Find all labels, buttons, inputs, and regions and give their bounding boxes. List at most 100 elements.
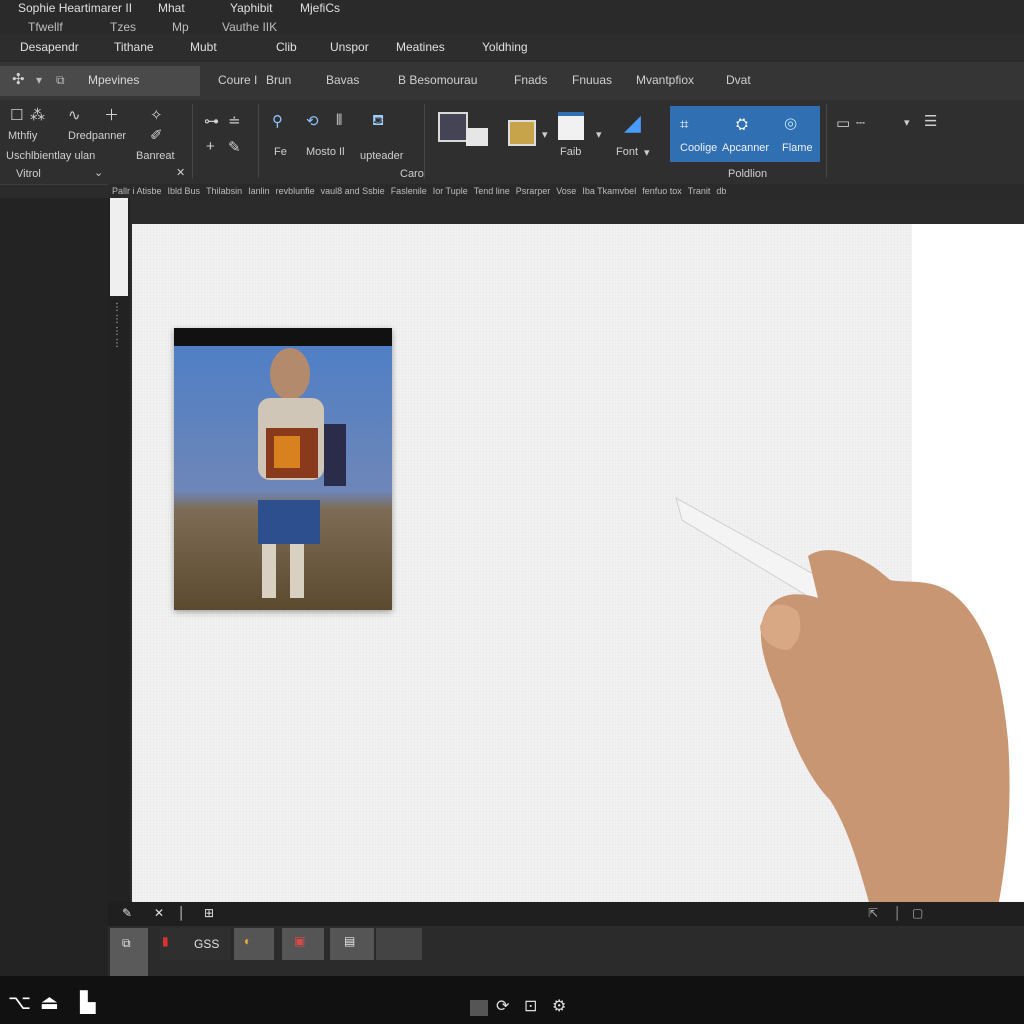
- menu-item-7[interactable]: Yoldhing: [482, 40, 528, 54]
- grip-icon[interactable]: ⋮ ⋮ ⋮ ⋮: [112, 302, 122, 350]
- ruler-label: Ibld Bus: [167, 186, 201, 196]
- photo-image: [174, 328, 392, 610]
- app-icon: ▤: [344, 934, 356, 948]
- tab-5[interactable]: Fnads: [514, 73, 547, 87]
- ribbon-divider: [258, 104, 259, 178]
- brush-icon[interactable]: ✐: [150, 126, 163, 144]
- close-icon[interactable]: ✕: [176, 166, 185, 179]
- menu-item-5[interactable]: Unspor: [330, 40, 369, 54]
- ruler-label: Tend line: [473, 186, 510, 196]
- tab-2[interactable]: Brun: [266, 73, 291, 87]
- ribbon-label-fe: Fe: [274, 146, 287, 158]
- tab-8[interactable]: Dvat: [726, 73, 751, 87]
- refresh-icon[interactable]: ⟲: [306, 112, 319, 130]
- app-icon: ▣: [294, 934, 306, 948]
- menu-icon[interactable]: ☰: [924, 112, 937, 130]
- thumbnail-2[interactable]: ▮ GSS: [160, 928, 230, 960]
- chevron-down-icon[interactable]: ▾: [542, 128, 548, 141]
- menu-item-6[interactable]: Meatines: [396, 40, 445, 54]
- frame-icon[interactable]: [508, 120, 536, 146]
- tab-1[interactable]: Coure I: [218, 73, 257, 87]
- globe-icon[interactable]: ◎: [784, 114, 797, 132]
- ribbon-group-label-right: Poldlion: [728, 168, 768, 180]
- thumbnail-3[interactable]: ◐: [234, 928, 274, 960]
- ribbon-label-faib: Faib: [560, 146, 582, 158]
- menu-item-1[interactable]: Desapendr: [20, 40, 79, 54]
- ruler-label: Thilabsin: [206, 186, 243, 196]
- chevron-down-icon[interactable]: ▾: [596, 128, 602, 141]
- picture-icon[interactable]: [438, 112, 468, 142]
- tab-4[interactable]: B Besomourau: [398, 73, 477, 87]
- menu-item-4[interactable]: Clib: [276, 40, 297, 54]
- tool-icon[interactable]: ⌥: [8, 990, 31, 1015]
- search-icon[interactable]: ⚲: [272, 112, 283, 130]
- thumbnail-1[interactable]: ⧉: [110, 928, 148, 976]
- menu-item-3[interactable]: Mubt: [190, 40, 217, 54]
- status-bar: ✎ ✕ │ ⊞ ⇱ │ ▢: [108, 902, 1024, 926]
- title-text-8: Vauthe IIK: [222, 20, 278, 34]
- app-icon[interactable]: ⏏: [40, 990, 59, 1015]
- stack-icon[interactable]: ⛭: [736, 116, 748, 133]
- grid-icon[interactable]: ⊞: [204, 906, 214, 920]
- thumbnail-4[interactable]: ▣: [282, 928, 324, 960]
- tab-3[interactable]: Bavas: [326, 73, 359, 87]
- dots-icon[interactable]: ┄: [856, 114, 865, 132]
- thumbnail-5[interactable]: ▤: [330, 928, 374, 960]
- ruler-label: Tranit: [687, 186, 711, 196]
- ruler-label: Pallr i Atisbe: [112, 186, 162, 196]
- window-icon[interactable]: [470, 1000, 488, 1016]
- refresh-icon[interactable]: ⟳: [496, 996, 509, 1016]
- select-box-icon[interactable]: ☐: [10, 106, 23, 124]
- pen-icon[interactable]: ✎: [122, 906, 132, 920]
- chevron-down-icon[interactable]: ⌄: [94, 166, 103, 179]
- title-text-5: Tfwellf: [28, 20, 63, 34]
- cursor-icon[interactable]: ✕: [154, 906, 164, 920]
- chart-icon[interactable]: ◢: [624, 110, 641, 136]
- app-icon: ◐: [244, 934, 252, 948]
- chevron-down-icon[interactable]: ▾: [36, 73, 42, 87]
- bar-icon[interactable]: │: [894, 906, 902, 920]
- fill-icon[interactable]: ⛾: [372, 112, 384, 131]
- title-text-6: Tzes: [110, 20, 137, 34]
- ribbon-label-1: Mthfiy: [8, 130, 38, 142]
- curve-icon[interactable]: ∿: [68, 106, 81, 124]
- bar-icon[interactable]: │: [178, 906, 186, 920]
- columns-icon[interactable]: ⫴: [336, 112, 342, 129]
- thumbnail-6[interactable]: [376, 928, 422, 960]
- add-icon[interactable]: +: [206, 138, 215, 155]
- inserted-photo[interactable]: [174, 328, 392, 610]
- magic-icon[interactable]: ✧: [150, 106, 163, 124]
- ruler: Pallr i Atisbe Ibld Bus Thilabsin Ianlin…: [108, 184, 1024, 198]
- settings-icon[interactable]: ⚙: [552, 996, 566, 1016]
- lasso-icon[interactable]: ✣: [12, 70, 25, 88]
- crop-icon[interactable]: ⌗: [680, 116, 688, 133]
- ruler-label: Faslenile: [390, 186, 427, 196]
- tab-active-label: Mpevines: [88, 73, 140, 87]
- layers-icon[interactable]: ⧉: [56, 73, 65, 88]
- ribbon-label-3: Uschlbientlay ulan: [6, 150, 96, 162]
- thumbnail-label: GSS: [194, 937, 220, 951]
- pen-tool-icon[interactable]: ✎: [228, 138, 241, 156]
- title-text-4: MjefiCs: [300, 1, 341, 15]
- chevron-down-icon[interactable]: ▾: [904, 116, 910, 129]
- square-icon[interactable]: ▢: [912, 906, 923, 920]
- layout-icon[interactable]: [558, 112, 584, 140]
- tab-6[interactable]: Fnuuas: [572, 73, 612, 87]
- link-icon[interactable]: ⊶: [204, 112, 219, 130]
- square-icon[interactable]: ▭: [836, 114, 850, 132]
- shapes-icon[interactable]: ⁂: [30, 106, 45, 124]
- files-icon[interactable]: ▙: [80, 990, 95, 1015]
- menu-item-2[interactable]: Tithane: [114, 40, 154, 54]
- app-icon: ⧉: [122, 936, 131, 950]
- frame-icon[interactable]: ⊡: [524, 996, 537, 1016]
- ribbon-label-coolige: Coolige: [680, 142, 718, 154]
- scrollbar-thumb[interactable]: [110, 198, 128, 296]
- ribbon-label-4: Banreat: [136, 150, 175, 162]
- tab-7[interactable]: Mvantpfiox: [636, 73, 694, 87]
- title-bar: Sophie Heartimarer II Mhat Yaphibit Mjef…: [0, 0, 1024, 34]
- plus-icon[interactable]: ＋: [104, 104, 119, 125]
- picture-stack-icon: [466, 128, 488, 146]
- align-icon[interactable]: ≐: [228, 112, 241, 130]
- chevron-down-icon[interactable]: ▾: [644, 146, 650, 159]
- cursor-icon[interactable]: ⇱: [868, 906, 878, 920]
